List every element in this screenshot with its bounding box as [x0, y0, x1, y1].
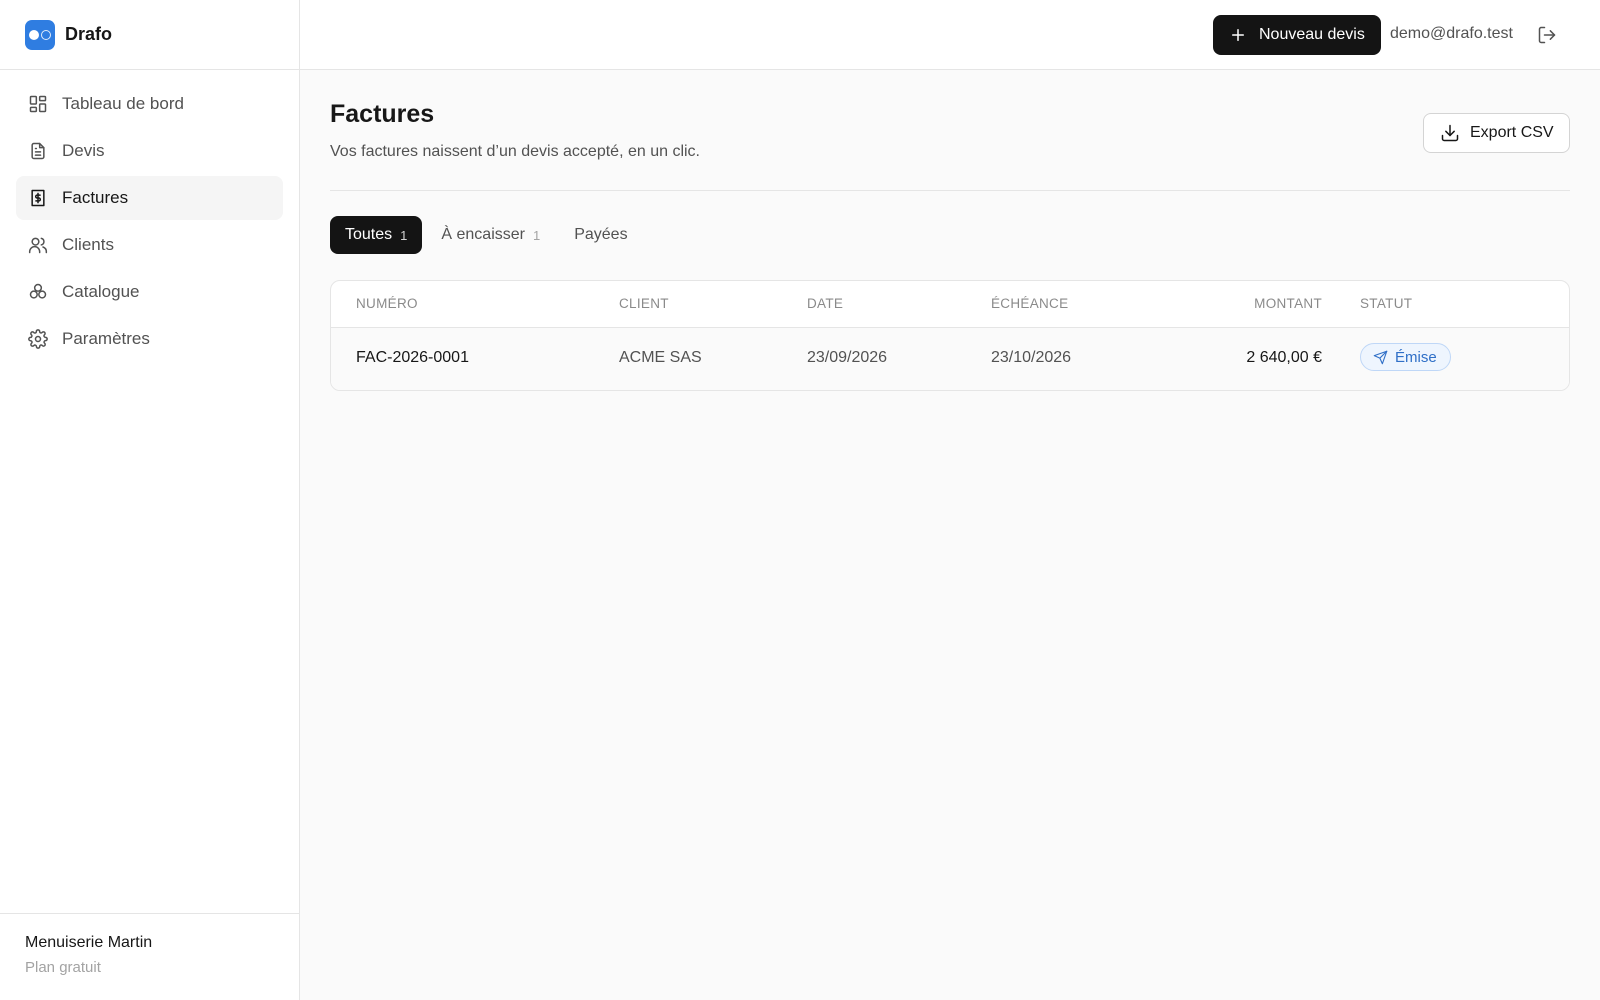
gear-icon: [28, 329, 48, 349]
invoice-due-date: 23/10/2026: [991, 349, 1072, 366]
column-header-number[interactable]: NUMÉRO: [356, 296, 418, 311]
table-header: NUMÉRO CLIENT DATE ÉCHÉANCE MONTANT STAT…: [331, 281, 1569, 328]
invoices-table: NUMÉRO CLIENT DATE ÉCHÉANCE MONTANT STAT…: [330, 280, 1570, 391]
tab-payees[interactable]: Payées: [559, 216, 642, 254]
sidebar-item-label: Catalogue: [62, 282, 140, 301]
sidebar-item-clients[interactable]: Clients: [16, 223, 283, 267]
plan-label: Plan gratuit: [25, 959, 101, 976]
brand-name: Drafo: [65, 24, 113, 44]
sidebar-item-label: Tableau de bord: [62, 94, 184, 113]
status-badge: Émise: [1360, 343, 1451, 371]
sidebar-item-factures[interactable]: Factures: [16, 176, 283, 220]
send-icon: [1373, 350, 1388, 364]
export-csv-button[interactable]: Export CSV: [1423, 113, 1570, 153]
new-quote-label: Nouveau devis: [1259, 26, 1365, 43]
status-label: Émise: [1395, 348, 1437, 366]
new-quote-button[interactable]: Nouveau devis: [1213, 15, 1381, 55]
sidebar-item-label: Devis: [62, 141, 105, 160]
tab-count: 1: [532, 227, 541, 243]
tab-count: 1: [400, 227, 408, 243]
tab-label: Toutes: [345, 226, 393, 243]
export-csv-label: Export CSV: [1470, 124, 1554, 141]
invoice-number[interactable]: FAC-2026-0001: [356, 349, 469, 367]
boxes-icon: [28, 282, 48, 302]
tab-toutes[interactable]: Toutes 1: [330, 216, 423, 254]
sidebar-item-parametres[interactable]: Paramètres: [16, 317, 283, 361]
dashboard-icon: [28, 94, 48, 114]
sidebar-item-label: Factures: [62, 188, 129, 207]
sidebar-item-catalogue[interactable]: Catalogue: [16, 270, 283, 314]
filter-tabs: Toutes 1 À encaisser 1 Payées: [330, 216, 643, 254]
organization-name: Menuiserie Martin: [25, 934, 153, 951]
document-icon: [28, 141, 48, 161]
invoice-icon: [28, 188, 48, 208]
divider: [330, 190, 1570, 191]
tab-label: Payées: [574, 226, 628, 243]
column-header-date[interactable]: DATE: [807, 296, 843, 311]
brand[interactable]: Drafo: [0, 0, 299, 70]
sidebar-item-dashboard[interactable]: Tableau de bord: [16, 82, 283, 126]
sidebar-item-label: Paramètres: [62, 329, 150, 348]
table-row[interactable]: FAC-2026-0001 ACME SAS 23/09/2026 23/10/…: [331, 328, 1569, 390]
page-subtitle: Vos factures naissent d’un devis accepté…: [330, 143, 700, 160]
tab-a-encaisser[interactable]: À encaisser 1: [426, 216, 555, 254]
topbar: Nouveau devis demo@drafo.test: [300, 0, 1600, 70]
logout-button[interactable]: [1535, 23, 1559, 47]
page-title: Factures: [330, 100, 435, 128]
plus-icon: [1232, 29, 1244, 41]
organization-panel[interactable]: Menuiserie Martin Plan gratuit: [0, 913, 299, 1000]
sidebar-nav: Tableau de bord Devis Factures Clients C…: [0, 70, 299, 376]
sidebar-item-label: Clients: [62, 235, 114, 254]
column-header-due[interactable]: ÉCHÉANCE: [991, 296, 1068, 311]
invoice-date: 23/09/2026: [807, 349, 888, 366]
invoice-amount: 2 640,00 €: [1246, 349, 1322, 366]
users-icon: [28, 235, 48, 255]
user-email: demo@drafo.test: [1390, 25, 1513, 42]
download-icon: [1441, 124, 1459, 142]
column-header-status[interactable]: STATUT: [1360, 296, 1412, 311]
logout-icon: [1538, 26, 1556, 44]
column-header-client[interactable]: CLIENT: [619, 296, 669, 311]
brand-logo-icon: [25, 19, 55, 50]
invoice-client: ACME SAS: [619, 349, 702, 366]
column-header-amount[interactable]: MONTANT: [1254, 296, 1322, 311]
tab-label: À encaisser: [441, 226, 525, 243]
sidebar: Drafo Tableau de bord Devis Factures Cli…: [0, 0, 300, 1000]
sidebar-item-devis[interactable]: Devis: [16, 129, 283, 173]
main-content: Factures Vos factures naissent d’un devi…: [330, 100, 1570, 391]
